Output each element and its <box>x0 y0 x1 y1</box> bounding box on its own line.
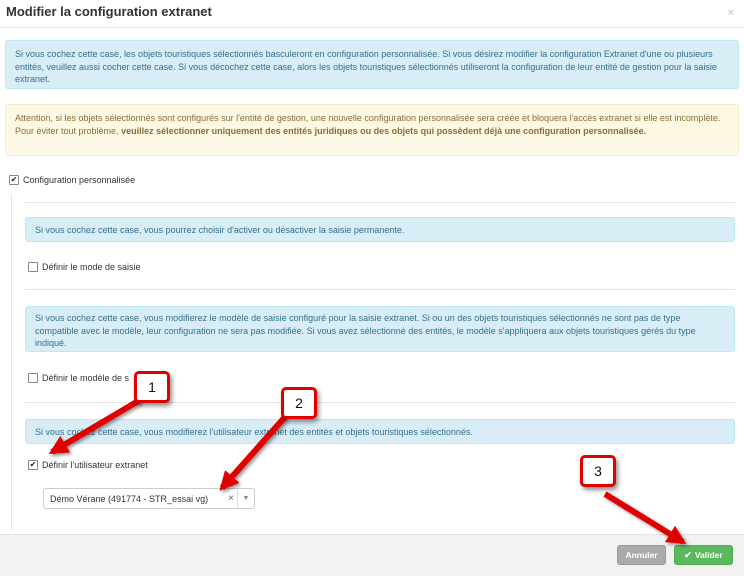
arrow-2 <box>219 415 288 491</box>
arrow-1 <box>48 397 142 455</box>
annotation-arrows <box>48 397 687 545</box>
annotation-badge-3: 3 <box>580 455 616 487</box>
annotation-badge-1: 1 <box>134 371 170 403</box>
arrow-3 <box>603 491 687 545</box>
annotation-badge-2: 2 <box>281 387 317 419</box>
